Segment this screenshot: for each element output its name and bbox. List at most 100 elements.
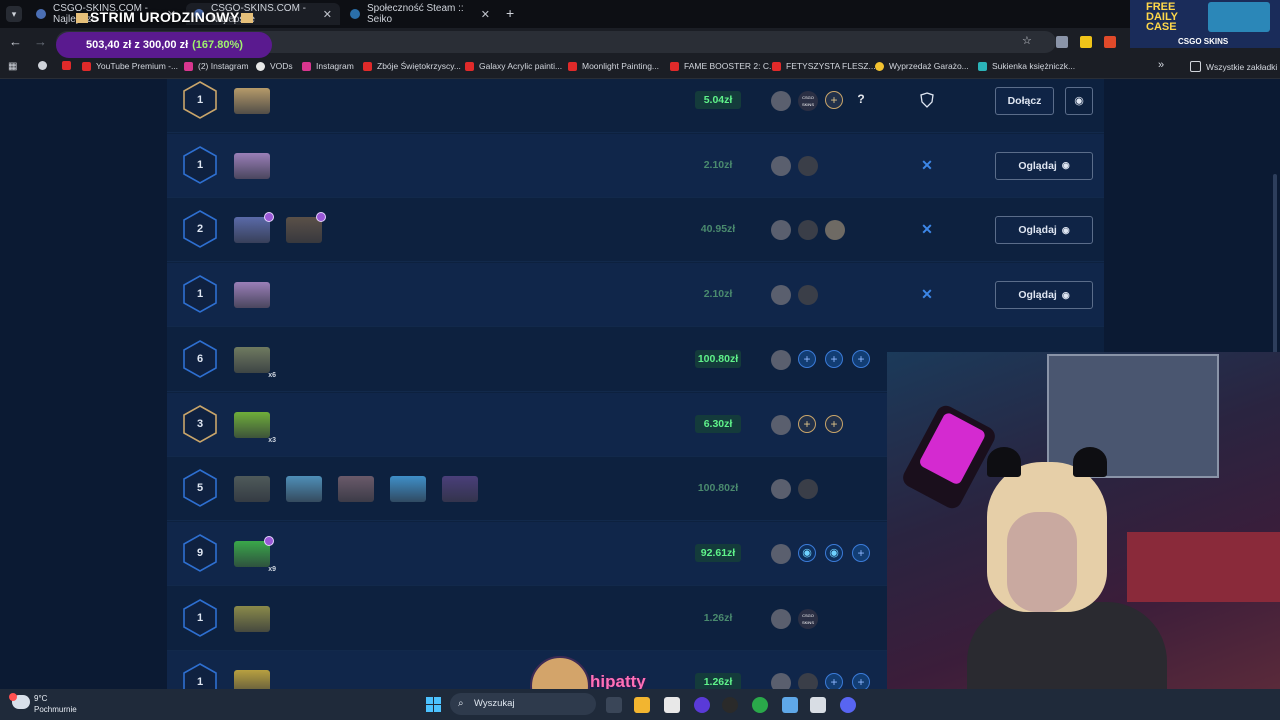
join-slot-plus-icon[interactable]: + [825,349,843,368]
target-slot-icon[interactable]: ◉ [798,543,816,562]
bookmark-label: Wszystkie zakładki [1206,61,1278,72]
chrome-icon[interactable] [752,697,768,713]
streamer-face-image [1007,512,1077,612]
case-image-icon: x3 [234,411,276,444]
player-avatar[interactable] [771,220,791,241]
case-image-icon [234,282,270,309]
battle-row[interactable]: 2 40.95zł ✕ Oglądaj ◉ [167,198,1104,263]
battle-price: 6.30zł [695,414,741,433]
special-badge-icon [264,212,274,223]
player-avatar[interactable] [771,91,791,111]
tab-steam[interactable]: Społeczność Steam :: Seiko ✕ [342,3,498,25]
close-tab-icon[interactable]: ✕ [323,8,332,21]
notepad-icon[interactable] [782,697,798,713]
join-battle-button[interactable]: Dołącz [995,87,1054,115]
player-avatar[interactable] [771,608,791,629]
rounds-hexagon-icon: 3 [181,404,219,443]
player-avatar[interactable] [825,220,845,241]
join-slot-plus-icon[interactable]: + [798,349,816,368]
join-slot-plus-icon[interactable]: + [825,414,843,433]
gift-icon [241,13,254,24]
weather-desc[interactable]: Pochmurnie [34,705,77,714]
search-icon: ⌕ [458,698,464,709]
button-label: Dołącz [1007,95,1042,107]
cloud-icon[interactable] [9,693,30,709]
case-multiplier: x3 [268,436,276,444]
new-tab-button[interactable]: + [506,5,514,21]
bookmark-item[interactable]: YouTube Premium -... [82,61,178,71]
rounds-hexagon-icon: 9 [181,533,219,572]
app-icon[interactable] [810,697,826,713]
rounds-count: 1 [196,94,204,106]
weather-temp[interactable]: 9°C [34,694,47,703]
bookmark-youtube[interactable] [62,61,76,70]
task-view-icon[interactable] [606,697,622,713]
tab-title: Społeczność Steam :: Seiko [367,3,464,25]
file-explorer-icon[interactable] [634,697,650,713]
sofa-image [1127,532,1280,602]
join-slot-plus-icon[interactable]: + [798,414,816,433]
case-multiplier: x6 [268,371,276,379]
target-slot-icon[interactable]: ◉ [825,543,843,562]
battle-price: 92.61zł [695,543,741,562]
watch-eye-button[interactable]: ◉ [1065,87,1093,115]
join-slot-plus-icon[interactable]: + [825,91,843,109]
windows-start-icon[interactable] [426,697,441,712]
shield-icon [919,92,935,108]
battle-row[interactable]: 1 2.10zł ✕ Oglądaj ◉ [167,133,1104,198]
player-avatar[interactable] [771,543,791,564]
search-placeholder: Wyszukaj [474,698,515,709]
rounds-hexagon-icon: 1 [181,275,219,314]
watch-battle-button[interactable]: Oglądaj ◉ [995,216,1093,245]
crossed-swords-icon: ✕ [921,156,933,173]
discord-icon[interactable] [840,697,856,713]
app-icon[interactable] [694,697,710,713]
case-image-icon [1208,2,1270,32]
player-avatar[interactable] [771,479,791,500]
taskbar-search[interactable]: ⌕ Wyszukaj [450,693,596,715]
rounds-hexagon-icon: 1 [181,81,219,119]
scrollbar-thumb[interactable] [1273,174,1277,354]
battle-row[interactable]: 1 5.04zł CSGO SKINS +? Dołącz ◉ [167,69,1104,133]
more-bookmarks-chevron-icon[interactable]: » [1158,59,1164,71]
player-avatar[interactable] [771,349,791,370]
player-avatar[interactable]: CSGO SKINS [798,608,818,629]
bookmark-icon[interactable] [38,61,52,70]
rounds-count: 1 [196,288,204,301]
player-avatar[interactable] [771,155,791,176]
rounds-count: 5 [196,482,204,495]
mystery-slot-question-icon[interactable]: ? [852,91,870,109]
extension-icon[interactable] [1080,36,1092,48]
battle-row[interactable]: 1 2.10zł ✕ Oglądaj ◉ [167,263,1104,328]
case-image-icon [286,476,322,503]
close-tab-icon[interactable]: ✕ [481,8,490,21]
player-avatar[interactable] [798,479,818,500]
case-image-icon [234,88,270,114]
player-avatar[interactable] [798,155,818,176]
crossed-swords-icon: ✕ [921,221,933,238]
button-label: Oglądaj [1018,289,1057,302]
all-bookmarks-folder[interactable]: Wszystkie zakładki [1190,61,1277,72]
bookmark-star-icon[interactable]: ☆ [1022,34,1032,47]
join-slot-plus-icon[interactable]: + [852,543,870,562]
tab-search-button[interactable]: ▾ [6,6,22,22]
promo-brand: CSGO SKINS [1178,37,1229,46]
apps-grid-icon[interactable]: ▦ [8,61,17,72]
watch-battle-button[interactable]: Oglądaj ◉ [995,151,1093,180]
player-avatar[interactable] [771,414,791,435]
player-avatar[interactable] [771,285,791,306]
forward-arrow-icon[interactable]: → [34,34,47,49]
store-icon[interactable] [664,697,680,713]
player-avatar[interactable] [798,220,818,241]
player-avatar[interactable]: CSGO SKINS [798,91,818,111]
battle-price: 100.80zł [697,482,739,495]
player-avatar[interactable] [798,285,818,306]
microphone-image [899,402,999,512]
extension-icon[interactable] [1056,36,1068,48]
back-arrow-icon[interactable]: ← [9,34,22,49]
extension-icon[interactable] [1104,36,1116,48]
watch-battle-button[interactable]: Oglądaj ◉ [995,281,1093,310]
obs-icon[interactable] [722,697,738,713]
rounds-count: 1 [196,611,204,624]
join-slot-plus-icon[interactable]: + [852,349,870,368]
